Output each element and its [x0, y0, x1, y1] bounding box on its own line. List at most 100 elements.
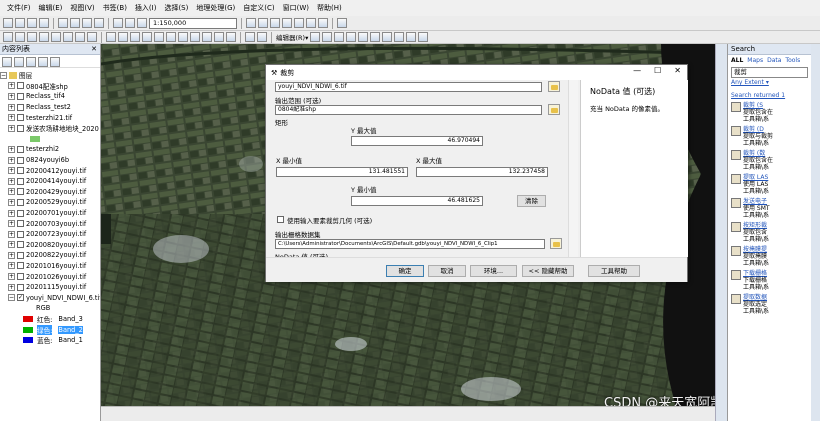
- tab-maps[interactable]: Maps: [747, 57, 763, 64]
- band-item[interactable]: 红色: Band_3: [0, 314, 100, 325]
- fixed-zoom-in-icon[interactable]: [51, 32, 61, 42]
- edit-vertices-icon[interactable]: [346, 32, 357, 42]
- search-extent-dropdown[interactable]: Any Extent ▾: [728, 79, 811, 86]
- zoom-out-icon[interactable]: [15, 32, 25, 42]
- hyperlink-icon[interactable]: [190, 32, 200, 42]
- layer-visibility-checkbox[interactable]: [17, 283, 24, 291]
- layer-item[interactable]: + testerzhi21.tif: [0, 112, 100, 123]
- result-title[interactable]: 提取 LAS: [743, 174, 769, 181]
- find-icon[interactable]: [154, 32, 164, 42]
- layer-item[interactable]: +20200820youyi.tif: [0, 240, 100, 251]
- edit-annotation-icon[interactable]: [322, 32, 333, 42]
- layer-item[interactable]: +20201016youyi.tif: [0, 261, 100, 272]
- arctoolbox-icon[interactable]: [294, 18, 304, 28]
- layer-item[interactable]: +20200822youyi.tif: [0, 250, 100, 261]
- clear-selection-icon[interactable]: [118, 32, 128, 42]
- paste-icon[interactable]: [82, 18, 92, 28]
- full-extent-icon[interactable]: [39, 32, 49, 42]
- layer-item[interactable]: +20200412youyi.tif: [0, 165, 100, 176]
- result-title[interactable]: 提取数据: [743, 294, 769, 301]
- extent-field[interactable]: 0804配准shp: [275, 105, 542, 115]
- search-result[interactable]: 下载栅格 下载栅格 工具箱\系: [731, 270, 809, 291]
- create-viewer-icon[interactable]: [226, 32, 236, 42]
- expand-icon[interactable]: +: [8, 145, 15, 153]
- editor-toolbar-icon[interactable]: [246, 18, 256, 28]
- band-item[interactable]: 绿色: Band_2: [0, 324, 100, 335]
- ymax-field[interactable]: 46.970494: [351, 136, 483, 146]
- catalog-dock-tab[interactable]: [715, 44, 727, 421]
- expand-icon[interactable]: +: [8, 230, 15, 238]
- result-title[interactable]: 裁剪 (数: [743, 150, 773, 157]
- tool-help-button[interactable]: 工具帮助: [588, 265, 640, 277]
- search-input[interactable]: 裁剪: [731, 67, 808, 78]
- modelbuilder-icon[interactable]: [318, 18, 328, 28]
- menu-item-5[interactable]: 选择(S): [160, 3, 192, 13]
- search-result[interactable]: 提取数据 提取选定 工具箱\系: [731, 294, 809, 315]
- layer-visibility-checkbox[interactable]: [17, 103, 24, 111]
- expand-icon[interactable]: +: [8, 124, 15, 132]
- layer-item[interactable]: +20201115youyi.tif: [0, 282, 100, 293]
- menu-item-9[interactable]: 帮助(H): [313, 3, 346, 13]
- editor-menu[interactable]: 编辑器(R)▾: [276, 32, 308, 42]
- search-result[interactable]: 按矩形裁 提取包含 工具箱\系: [731, 222, 809, 243]
- menu-item-1[interactable]: 编辑(E): [35, 3, 67, 13]
- print-icon[interactable]: [39, 18, 49, 28]
- layer-visibility-checkbox[interactable]: [17, 241, 24, 249]
- result-title[interactable]: 发送电子: [743, 198, 770, 205]
- expand-icon[interactable]: +: [8, 241, 15, 249]
- output-field[interactable]: C:\Users\Administrator\Documents\ArcGIS\…: [275, 239, 545, 249]
- layer-item[interactable]: +20200701youyi.tif: [0, 208, 100, 219]
- layer-visibility-checkbox[interactable]: [17, 273, 24, 281]
- table-of-contents-icon[interactable]: [258, 18, 268, 28]
- result-title[interactable]: 裁剪 (S: [743, 102, 773, 109]
- expand-icon[interactable]: +: [8, 198, 15, 206]
- zoom-in-icon[interactable]: [3, 32, 13, 42]
- reshape-icon[interactable]: [358, 32, 369, 42]
- menu-item-8[interactable]: 窗口(W): [279, 3, 313, 13]
- python-icon[interactable]: [306, 18, 316, 28]
- redo-icon[interactable]: [125, 18, 135, 28]
- collapse-icon[interactable]: −: [0, 71, 7, 79]
- layer-item[interactable]: +20200703youyi.tif: [0, 218, 100, 229]
- hide-help-button[interactable]: << 隐藏帮助: [522, 265, 574, 277]
- edit-tool-icon[interactable]: [310, 32, 321, 42]
- clear-button[interactable]: 清除: [517, 195, 546, 207]
- layer-visibility-checkbox[interactable]: [17, 82, 24, 90]
- search-window-icon[interactable]: [282, 18, 292, 28]
- layer-item[interactable]: +0804配准shp: [0, 81, 100, 92]
- close-icon[interactable]: ✕: [674, 66, 681, 75]
- expand-icon[interactable]: +: [8, 251, 15, 259]
- environments-button[interactable]: 环境...: [470, 265, 517, 277]
- search-result[interactable]: 裁剪 (数 提取包含在 工具箱\系: [731, 150, 809, 171]
- layer-visibility-checkbox[interactable]: [17, 145, 24, 153]
- extent-folder-icon[interactable]: [548, 104, 560, 115]
- forward-extent-icon[interactable]: [87, 32, 97, 42]
- layer-visibility-checkbox[interactable]: [17, 209, 24, 217]
- straight-segment-icon[interactable]: [334, 32, 345, 42]
- expand-icon[interactable]: +: [8, 220, 15, 228]
- xmax-field[interactable]: 132.237458: [416, 167, 548, 177]
- select-features-icon[interactable]: [106, 32, 116, 42]
- new-document-icon[interactable]: [3, 18, 13, 28]
- georef-icon[interactable]: [245, 32, 255, 42]
- menu-item-0[interactable]: 文件(F): [3, 3, 35, 13]
- menu-item-4[interactable]: 插入(I): [131, 3, 161, 13]
- rotate-icon[interactable]: [394, 32, 405, 42]
- list-by-selection-icon[interactable]: [38, 57, 48, 67]
- use-geometry-checkbox[interactable]: [277, 216, 284, 223]
- select-elements-icon[interactable]: [130, 32, 140, 42]
- result-title[interactable]: 按掩膜提: [743, 246, 769, 253]
- input-folder-icon[interactable]: [548, 81, 560, 92]
- layer-item[interactable]: +20200723youyi.tif: [0, 229, 100, 240]
- scale-combo[interactable]: 1:150,000: [149, 17, 237, 29]
- time-slider-icon[interactable]: [214, 32, 224, 42]
- layer-item[interactable]: + Reclass_tif4: [0, 91, 100, 102]
- search-result[interactable]: 发送电子 使用 SMT 工具箱\系: [731, 198, 809, 219]
- cut-polygons-icon[interactable]: [370, 32, 381, 42]
- band-item[interactable]: 蓝色: Band_1: [0, 335, 100, 346]
- layer-visibility-checkbox[interactable]: [17, 230, 24, 238]
- layer-visibility-checkbox[interactable]: [17, 156, 24, 164]
- toc-close-button[interactable]: ✕: [91, 44, 97, 55]
- cancel-button[interactable]: 取消: [428, 265, 466, 277]
- identify-icon[interactable]: [142, 32, 152, 42]
